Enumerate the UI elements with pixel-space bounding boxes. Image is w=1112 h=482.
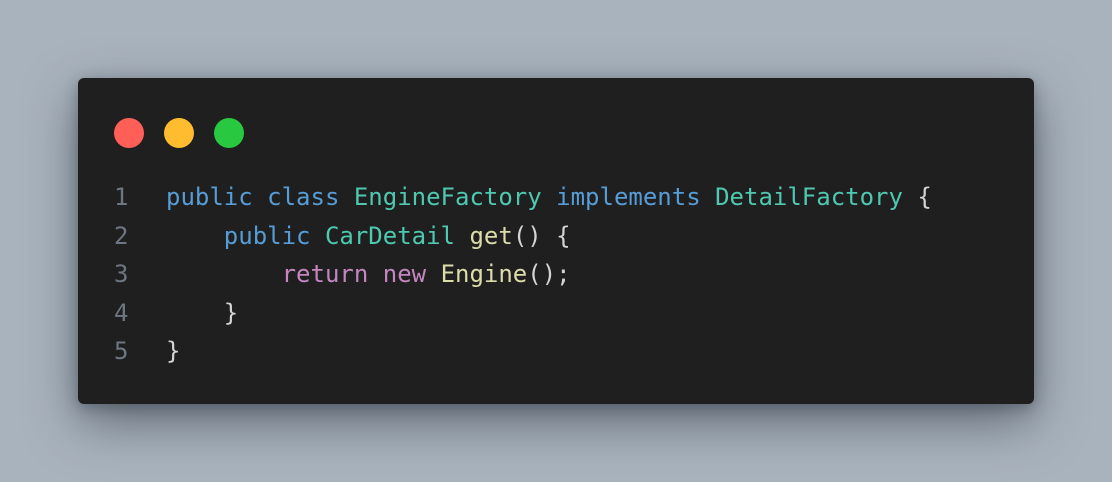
window-controls <box>114 118 244 148</box>
code-line: 5} <box>78 332 1034 371</box>
code-line: 2 public CarDetail get() { <box>78 217 1034 256</box>
line-number: 1 <box>114 183 129 211</box>
code-token-function: get <box>469 221 513 250</box>
code-token-punctuation: } <box>223 298 239 327</box>
code-token-keyword: implements <box>556 183 701 211</box>
code-text: } <box>166 332 180 371</box>
close-dot[interactable] <box>114 118 144 148</box>
code-token-punctuation: (); <box>527 260 571 288</box>
code-token-keyword: public <box>223 221 311 250</box>
code-line: 4 } <box>78 294 1034 333</box>
code-token-type: DetailFactory <box>715 183 903 211</box>
code-token-type: CarDetail <box>324 221 455 250</box>
code-token-control: new <box>382 260 427 288</box>
code-token-punctuation <box>368 260 382 288</box>
line-number: 4 <box>114 298 129 327</box>
code-token-control: return <box>281 260 369 288</box>
maximize-dot[interactable] <box>214 118 244 148</box>
code-line: 1 public class EngineFactory implements D… <box>78 178 1034 217</box>
code-block: 1 public class EngineFactory implements D… <box>78 178 1034 371</box>
code-token-punctuation <box>311 222 325 250</box>
code-token-punctuation <box>339 183 353 211</box>
code-token-punctuation: { <box>902 183 932 211</box>
code-token-punctuation <box>455 222 469 250</box>
code-token-type: EngineFactory <box>353 183 542 211</box>
code-token-punctuation <box>701 183 715 211</box>
code-text: return new Engine(); <box>166 255 571 294</box>
code-text: public class EngineFactory implements De… <box>166 178 932 217</box>
minimize-dot[interactable] <box>164 118 194 148</box>
code-token-punctuation: () { <box>512 221 571 250</box>
code-token-function: Engine <box>440 260 528 288</box>
code-line: 3 return new Engine(); <box>78 255 1034 294</box>
code-token-punctuation: } <box>166 337 181 365</box>
line-number: 5 <box>114 337 129 365</box>
line-number: 2 <box>114 221 129 250</box>
code-text: } <box>166 294 238 333</box>
code-token-punctuation <box>253 183 267 211</box>
code-token-punctuation <box>542 183 556 211</box>
code-text: public CarDetail get() { <box>166 217 571 256</box>
code-token-punctuation <box>426 260 440 288</box>
line-number: 3 <box>114 260 129 288</box>
code-token-keyword: class <box>267 183 340 211</box>
code-token-keyword: public <box>166 183 253 211</box>
code-window: 1 public class EngineFactory implements D… <box>78 78 1034 404</box>
